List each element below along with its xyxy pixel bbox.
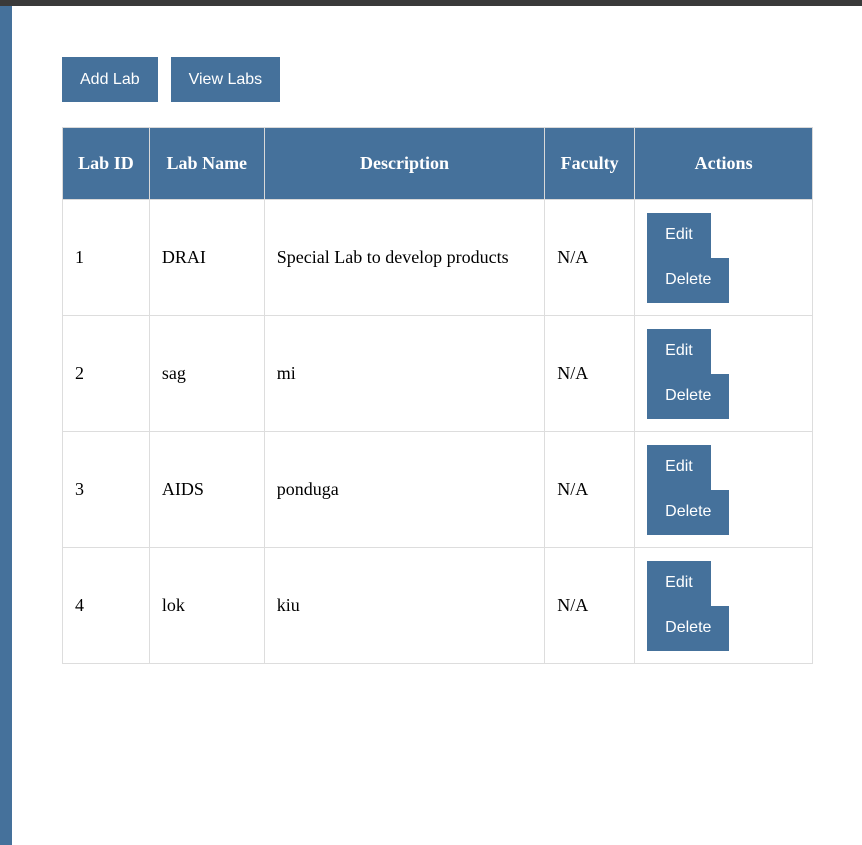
cell-lab-name: AIDS	[148, 431, 265, 548]
cell-actions: Edit Delete	[634, 431, 813, 548]
cell-faculty: N/A	[544, 315, 636, 432]
edit-button[interactable]: Edit	[647, 328, 711, 374]
cell-lab-id: 3	[62, 431, 150, 548]
header-lab-name: Lab Name	[148, 127, 265, 200]
top-bar	[0, 0, 862, 6]
cell-actions: Edit Delete	[634, 199, 813, 316]
labs-table: Lab ID Lab Name Description Faculty Acti…	[62, 127, 813, 664]
toolbar: Add Lab View Labs	[62, 57, 281, 102]
header-description: Description	[263, 127, 546, 200]
cell-lab-id: 2	[62, 315, 150, 432]
delete-button[interactable]: Delete	[647, 373, 730, 419]
cell-actions: Edit Delete	[634, 315, 813, 432]
row-actions: Edit Delete	[647, 560, 737, 651]
cell-lab-name: lok	[148, 547, 265, 664]
cell-description: kiu	[263, 547, 546, 664]
header-lab-id: Lab ID	[62, 127, 150, 200]
table-header-row: Lab ID Lab Name Description Faculty Acti…	[62, 127, 813, 200]
cell-lab-name: sag	[148, 315, 265, 432]
row-actions: Edit Delete	[647, 212, 737, 303]
table-row: 2 sag mi N/A Edit Delete	[62, 315, 813, 432]
table-row: 1 DRAI Special Lab to develop products N…	[62, 199, 813, 316]
edit-button[interactable]: Edit	[647, 444, 711, 490]
cell-faculty: N/A	[544, 199, 636, 316]
row-actions: Edit Delete	[647, 444, 737, 535]
cell-lab-id: 1	[62, 199, 150, 316]
header-faculty: Faculty	[544, 127, 636, 200]
cell-lab-name: DRAI	[148, 199, 265, 316]
cell-lab-id: 4	[62, 547, 150, 664]
header-actions: Actions	[634, 127, 813, 200]
cell-description: Special Lab to develop products	[263, 199, 546, 316]
cell-description: mi	[263, 315, 546, 432]
cell-faculty: N/A	[544, 547, 636, 664]
delete-button[interactable]: Delete	[647, 257, 730, 303]
view-labs-button[interactable]: View Labs	[170, 57, 281, 102]
add-lab-button[interactable]: Add Lab	[62, 57, 158, 102]
cell-actions: Edit Delete	[634, 547, 813, 664]
main-content: Add Lab View Labs Lab ID Lab Name Descri…	[62, 57, 813, 664]
table-row: 3 AIDS ponduga N/A Edit Delete	[62, 431, 813, 548]
delete-button[interactable]: Delete	[647, 605, 730, 651]
delete-button[interactable]: Delete	[647, 489, 730, 535]
edit-button[interactable]: Edit	[647, 560, 711, 606]
cell-faculty: N/A	[544, 431, 636, 548]
cell-description: ponduga	[263, 431, 546, 548]
edit-button[interactable]: Edit	[647, 212, 711, 258]
row-actions: Edit Delete	[647, 328, 737, 419]
table-row: 4 lok kiu N/A Edit Delete	[62, 547, 813, 664]
sidebar	[0, 6, 12, 845]
